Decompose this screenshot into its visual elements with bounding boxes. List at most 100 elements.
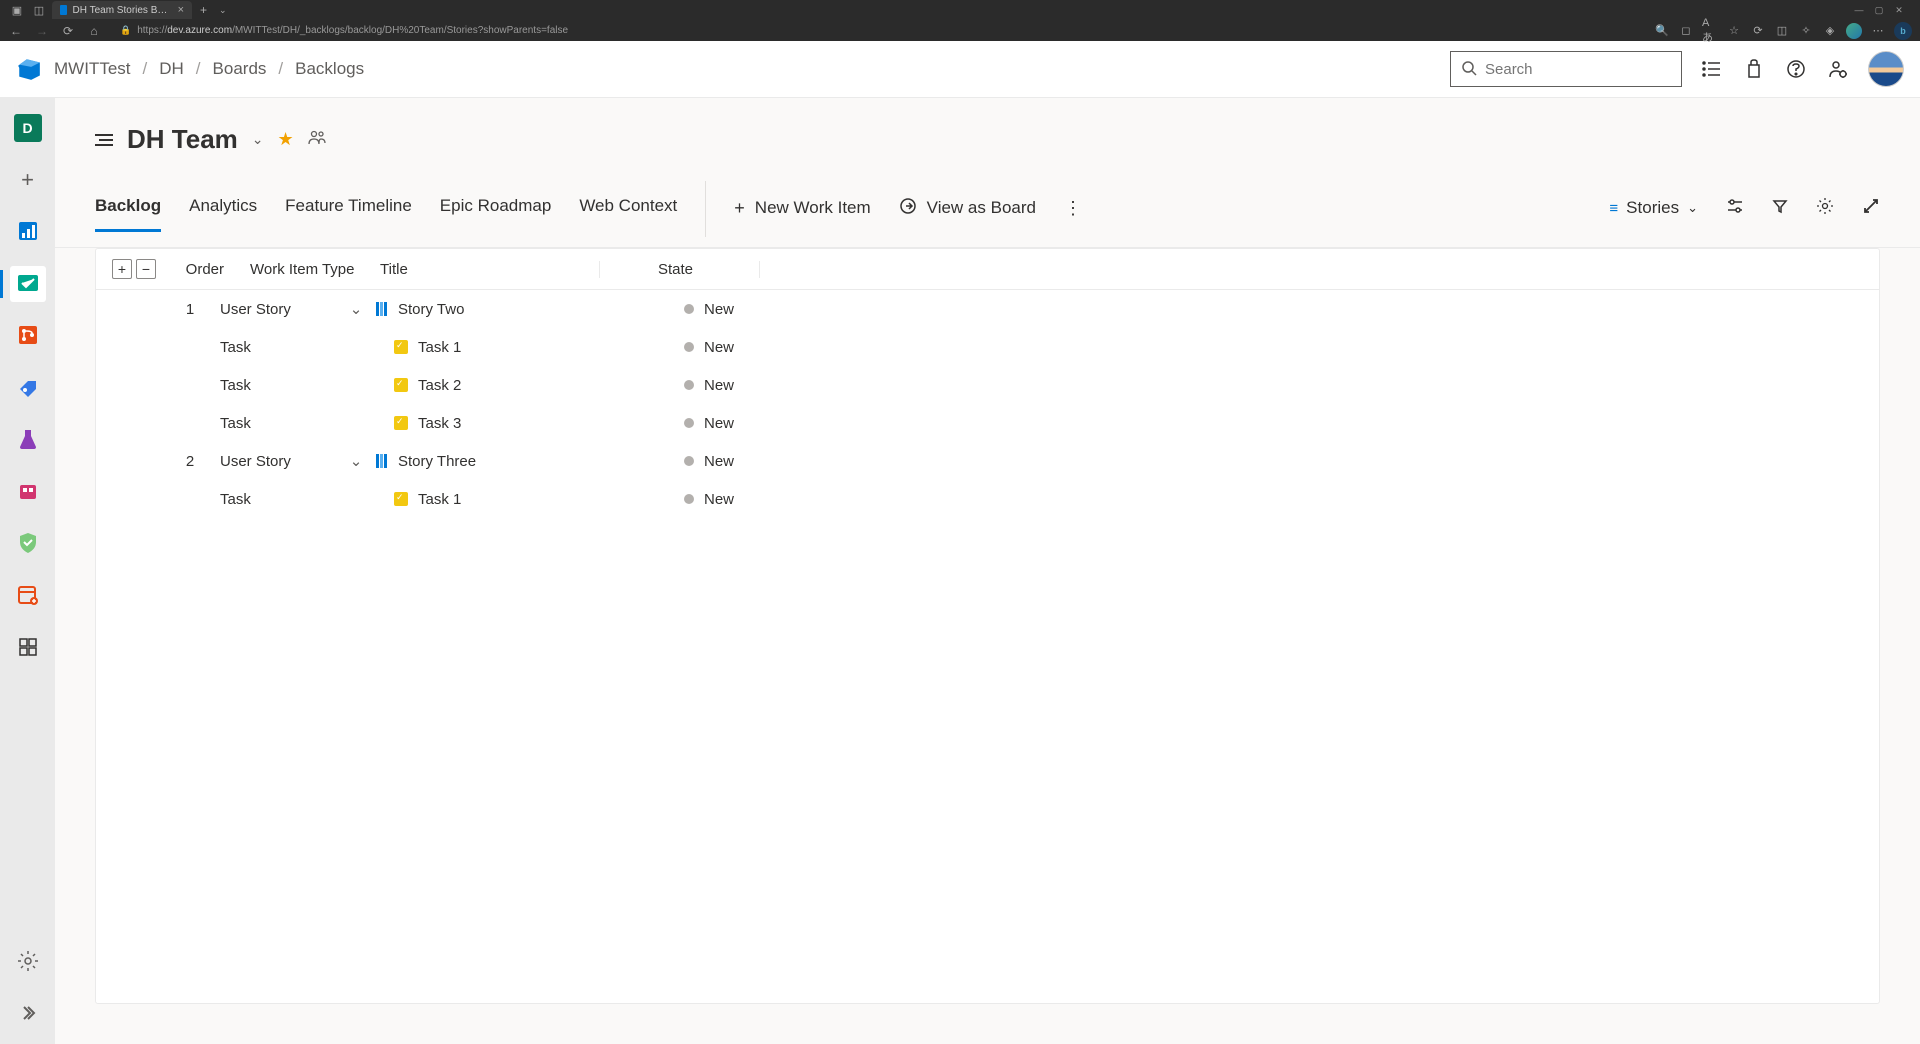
work-item-title[interactable]: Task 1 bbox=[418, 339, 461, 356]
chevron-down-icon[interactable]: ⌄ bbox=[252, 131, 264, 148]
breadcrumb-org[interactable]: MWITTest bbox=[54, 59, 131, 79]
site-permissions-icon[interactable]: ◻ bbox=[1678, 23, 1694, 39]
tab-backlog[interactable]: Backlog bbox=[95, 196, 161, 232]
state-dot-icon bbox=[684, 342, 694, 352]
tab-menu-icon[interactable]: ⌄ bbox=[215, 5, 231, 16]
work-item-title[interactable]: Story Three bbox=[398, 453, 476, 470]
new-tab-button[interactable]: + bbox=[196, 3, 211, 17]
zoom-icon[interactable]: 🔍 bbox=[1654, 23, 1670, 39]
column-type[interactable]: Work Item Type bbox=[250, 261, 378, 278]
search-box[interactable] bbox=[1450, 51, 1682, 87]
marketplace-icon[interactable] bbox=[1742, 57, 1766, 81]
cell-order: 1 bbox=[160, 301, 220, 318]
collapse-all-button[interactable]: − bbox=[136, 259, 156, 279]
tab-epic-roadmap[interactable]: Epic Roadmap bbox=[440, 196, 552, 232]
column-state[interactable]: State bbox=[600, 261, 760, 278]
favorite-star-icon[interactable]: ★ bbox=[278, 129, 294, 150]
expand-chevron-icon[interactable]: ⌄ bbox=[348, 300, 364, 318]
team-name[interactable]: DH Team bbox=[127, 124, 238, 155]
table-row[interactable]: Task⌄Task 1New bbox=[96, 480, 1879, 518]
tab-analytics[interactable]: Analytics bbox=[189, 196, 257, 232]
column-title[interactable]: Title bbox=[378, 261, 600, 278]
work-item-title[interactable]: Task 1 bbox=[418, 491, 461, 508]
new-item-button[interactable]: + bbox=[10, 162, 46, 198]
nav-compliance[interactable] bbox=[10, 526, 46, 562]
filter-icon[interactable] bbox=[1772, 198, 1788, 219]
window-close-icon[interactable]: ✕ bbox=[1890, 3, 1908, 17]
nav-settings[interactable] bbox=[10, 944, 46, 980]
expand-chevron-icon[interactable]: ⌄ bbox=[348, 452, 364, 470]
breadcrumb-project[interactable]: DH bbox=[159, 59, 184, 79]
nav-boards[interactable] bbox=[10, 266, 46, 302]
url-text: https://dev.azure.com/MWITTest/DH/_backl… bbox=[137, 25, 568, 36]
expand-all-button[interactable]: + bbox=[112, 259, 132, 279]
extension-icon[interactable]: ◈ bbox=[1822, 23, 1838, 39]
breadcrumb-backlogs[interactable]: Backlogs bbox=[295, 59, 364, 79]
more-icon[interactable]: ⋯ bbox=[1870, 23, 1886, 39]
project-avatar[interactable]: D bbox=[10, 110, 46, 146]
breadcrumb-boards[interactable]: Boards bbox=[213, 59, 267, 79]
view-as-board-button[interactable]: View as Board bbox=[899, 197, 1036, 220]
new-work-item-button[interactable]: + New Work Item bbox=[734, 198, 870, 219]
user-settings-icon[interactable] bbox=[1826, 57, 1850, 81]
table-row[interactable]: Task⌄Task 3New bbox=[96, 404, 1879, 442]
nav-artifacts[interactable] bbox=[10, 474, 46, 510]
backlog-level-selector[interactable]: ≡ Stories ⌄ bbox=[1609, 198, 1698, 218]
search-input[interactable] bbox=[1485, 61, 1684, 78]
column-order[interactable]: Order bbox=[180, 261, 250, 278]
split-icon[interactable]: ◫ bbox=[1774, 23, 1790, 39]
profile-avatar[interactable] bbox=[1846, 23, 1862, 39]
help-icon[interactable] bbox=[1784, 57, 1808, 81]
nav-expand[interactable] bbox=[10, 996, 46, 1032]
favorite-icon[interactable]: ☆ bbox=[1726, 23, 1742, 39]
home-icon[interactable]: ⌂ bbox=[86, 23, 102, 39]
close-icon[interactable]: × bbox=[178, 4, 184, 16]
collections-icon[interactable]: ✧ bbox=[1798, 23, 1814, 39]
work-items-icon[interactable] bbox=[1700, 57, 1724, 81]
nav-repos[interactable] bbox=[10, 318, 46, 354]
azure-devops-logo[interactable] bbox=[16, 56, 42, 82]
back-icon[interactable]: ← bbox=[8, 23, 24, 39]
tab-action-icon[interactable]: ▣ bbox=[8, 2, 26, 18]
testplans-icon bbox=[16, 427, 40, 454]
reading-icon[interactable]: Aあ bbox=[1702, 23, 1718, 39]
table-row[interactable]: Task⌄Task 2New bbox=[96, 366, 1879, 404]
nav-testplans[interactable] bbox=[10, 422, 46, 458]
nav-grid[interactable] bbox=[10, 630, 46, 666]
settings-gear-icon[interactable] bbox=[1816, 197, 1834, 220]
nav-overview[interactable] bbox=[10, 214, 46, 250]
state-label: New bbox=[704, 415, 734, 432]
window-maximize-icon[interactable]: ▢ bbox=[1870, 3, 1888, 17]
work-item-title[interactable]: Task 2 bbox=[418, 377, 461, 394]
browser-tab[interactable]: DH Team Stories Backlog - Boar... × bbox=[52, 1, 192, 19]
team-members-icon[interactable] bbox=[308, 129, 326, 150]
bing-icon[interactable]: b bbox=[1894, 22, 1912, 40]
user-avatar[interactable] bbox=[1868, 51, 1904, 87]
work-item-title[interactable]: Story Two bbox=[398, 301, 464, 318]
refresh-icon[interactable]: ⟳ bbox=[60, 23, 76, 39]
overview-icon bbox=[16, 219, 40, 246]
nav-calendar[interactable] bbox=[10, 578, 46, 614]
tab-feature-timeline[interactable]: Feature Timeline bbox=[285, 196, 412, 232]
sidebar-toggle-icon[interactable] bbox=[95, 134, 113, 146]
sync-icon[interactable]: ⟳ bbox=[1750, 23, 1766, 39]
browser-chrome: ▣ ◫ DH Team Stories Backlog - Boar... × … bbox=[0, 0, 1920, 41]
table-row[interactable]: 2User Story⌄Story ThreeNew bbox=[96, 442, 1879, 480]
work-item-title[interactable]: Task 3 bbox=[418, 415, 461, 432]
grid-header: + − Order Work Item Type Title State bbox=[96, 249, 1879, 290]
fullscreen-icon[interactable] bbox=[1862, 197, 1880, 220]
gear-icon bbox=[16, 949, 40, 976]
table-row[interactable]: Task⌄Task 1New bbox=[96, 328, 1879, 366]
cell-order: 2 bbox=[160, 453, 220, 470]
table-row[interactable]: 1User Story⌄Story TwoNew bbox=[96, 290, 1879, 328]
column-options-icon[interactable] bbox=[1726, 198, 1744, 219]
cell-type: Task bbox=[220, 491, 348, 508]
address-bar[interactable]: 🔒 https://dev.azure.com/MWITTest/DH/_bac… bbox=[112, 25, 1644, 36]
window-minimize-icon[interactable]: — bbox=[1850, 3, 1868, 17]
more-actions-icon[interactable]: ⋮ bbox=[1064, 198, 1082, 219]
tab-web-context[interactable]: Web Context bbox=[579, 196, 677, 232]
grid-icon bbox=[16, 635, 40, 662]
nav-pipelines[interactable] bbox=[10, 370, 46, 406]
cell-title: ⌄Task 3 bbox=[348, 414, 626, 432]
tab-action-icon[interactable]: ◫ bbox=[30, 2, 48, 18]
